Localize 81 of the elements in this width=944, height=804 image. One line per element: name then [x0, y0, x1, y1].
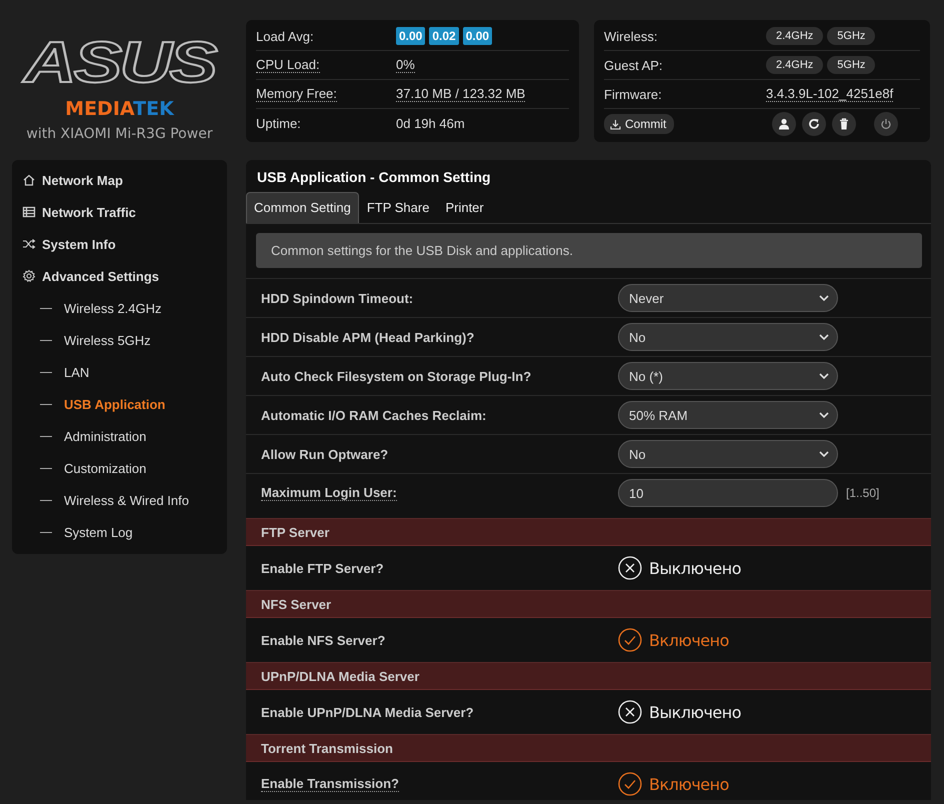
dropdown[interactable]: No	[618, 323, 838, 351]
tab[interactable]: Printer	[437, 192, 492, 223]
band-button[interactable]: 2.4GHz	[766, 27, 824, 45]
section-title: Torrent Transmission	[261, 740, 393, 756]
tagline: with XIAOMI Mi-R3G Power	[26, 127, 213, 141]
band-button[interactable]: 2.4GHz	[766, 56, 824, 74]
status-label[interactable]: Memory Free:	[256, 86, 337, 102]
nav-subitem[interactable]: Wireless 5GHz	[64, 332, 151, 348]
setting-label: Enable NFS Server?	[261, 632, 386, 648]
nav-subitem[interactable]: Wireless & Wired Info	[64, 492, 189, 508]
toggle-switch[interactable]: Выключено	[618, 700, 931, 724]
range-hint: [1..50]	[846, 486, 880, 500]
nav-subitem[interactable]: System Log	[64, 524, 133, 540]
refresh-icon[interactable]	[802, 112, 826, 136]
toggle-switch[interactable]: Включено	[618, 772, 931, 796]
status-value: 0d 19h 46m	[396, 116, 465, 130]
user-icon[interactable]	[772, 112, 796, 136]
description-banner: Common settings for the USB Disk and applications.	[256, 233, 922, 268]
nav-subitem[interactable]: LAN	[64, 364, 90, 380]
dropdown[interactable]: No	[618, 440, 838, 468]
nav-item[interactable]: Advanced Settings	[42, 268, 160, 284]
home-icon	[22, 173, 36, 187]
tab[interactable]: FTP Share	[358, 192, 438, 223]
download-icon	[610, 118, 621, 130]
nav-subitem[interactable]: Wireless 2.4GHz	[64, 300, 162, 316]
status-value[interactable]: 0%	[396, 57, 415, 73]
setting-label[interactable]: Maximum Login User:	[261, 485, 397, 501]
chevron-down-icon	[819, 450, 829, 458]
nav-item[interactable]: System Info	[42, 236, 116, 252]
x-circle-icon	[618, 556, 642, 580]
status-value[interactable]: 37.10 MB / 123.32 MB	[396, 86, 526, 102]
setting-label: Enable FTP Server?	[261, 560, 384, 576]
mediatek-logo: MEDIATEK	[65, 100, 174, 119]
setting-label: Enable UPnP/DLNA Media Server?	[261, 704, 474, 720]
setting-label[interactable]: Enable Transmission?	[261, 776, 399, 792]
shuffle-icon	[22, 237, 36, 251]
tab[interactable]: Common Setting	[246, 192, 359, 223]
commit-button[interactable]: Commit	[604, 114, 674, 134]
page-title: USB Application - Common Setting	[256, 168, 492, 187]
firmware-value[interactable]: 3.4.3.9L-102_4251e8f	[766, 86, 894, 102]
status-label[interactable]: CPU Load:	[256, 57, 320, 73]
load-badge: 0.02	[429, 27, 459, 45]
load-badge: 0.00	[396, 27, 426, 45]
nav-subitem[interactable]: USB Application	[64, 396, 166, 412]
nav-subitem[interactable]: Administration	[64, 428, 146, 444]
nav-item[interactable]: Network Map	[42, 172, 123, 188]
nav-subitem[interactable]: Customization	[64, 460, 146, 476]
setting-label: Allow Run Optware?	[261, 446, 388, 462]
band-button[interactable]: 5GHz	[827, 27, 876, 45]
check-circle-icon	[618, 628, 642, 652]
toggle-switch[interactable]: Выключено	[618, 556, 931, 580]
status-label: Load Avg:	[256, 28, 314, 44]
trash-icon[interactable]	[832, 112, 856, 136]
chevron-down-icon	[819, 334, 829, 340]
toggle-switch[interactable]: Включено	[618, 628, 931, 652]
load-badge: 0.00	[462, 27, 492, 45]
setting-label: Automatic I/O RAM Caches Reclaim:	[261, 408, 486, 422]
setting-label: Auto Check Filesystem on Storage Plug-In?	[261, 368, 532, 384]
nav-item[interactable]: Network Traffic	[42, 204, 136, 220]
setting-label: HDD Spindown Timeout:	[261, 290, 414, 306]
section-title: FTP Server	[261, 524, 330, 540]
router-label: Guest AP:	[604, 58, 663, 72]
list-icon	[22, 205, 36, 219]
router-label: Wireless:	[604, 28, 658, 44]
dropdown[interactable]: 50% RAM	[618, 401, 838, 429]
status-label: Uptime:	[256, 116, 301, 130]
router-label: Firmware:	[604, 86, 662, 102]
chevron-down-icon	[819, 294, 829, 302]
x-circle-icon	[618, 700, 642, 724]
chevron-down-icon	[819, 372, 829, 380]
dropdown[interactable]: No (*)	[618, 362, 838, 390]
check-circle-icon	[618, 772, 642, 796]
power-icon[interactable]	[874, 112, 898, 136]
section-title: UPnP/DLNA Media Server	[261, 668, 420, 684]
input-field[interactable]: 10	[618, 479, 838, 507]
section-title: NFS Server	[261, 596, 332, 612]
dropdown[interactable]: Never	[618, 284, 838, 312]
band-button[interactable]: 5GHz	[827, 56, 876, 74]
chevron-down-icon	[819, 412, 829, 418]
setting-label: HDD Disable APM (Head Parking)?	[261, 330, 474, 344]
settings-icon	[22, 269, 36, 283]
